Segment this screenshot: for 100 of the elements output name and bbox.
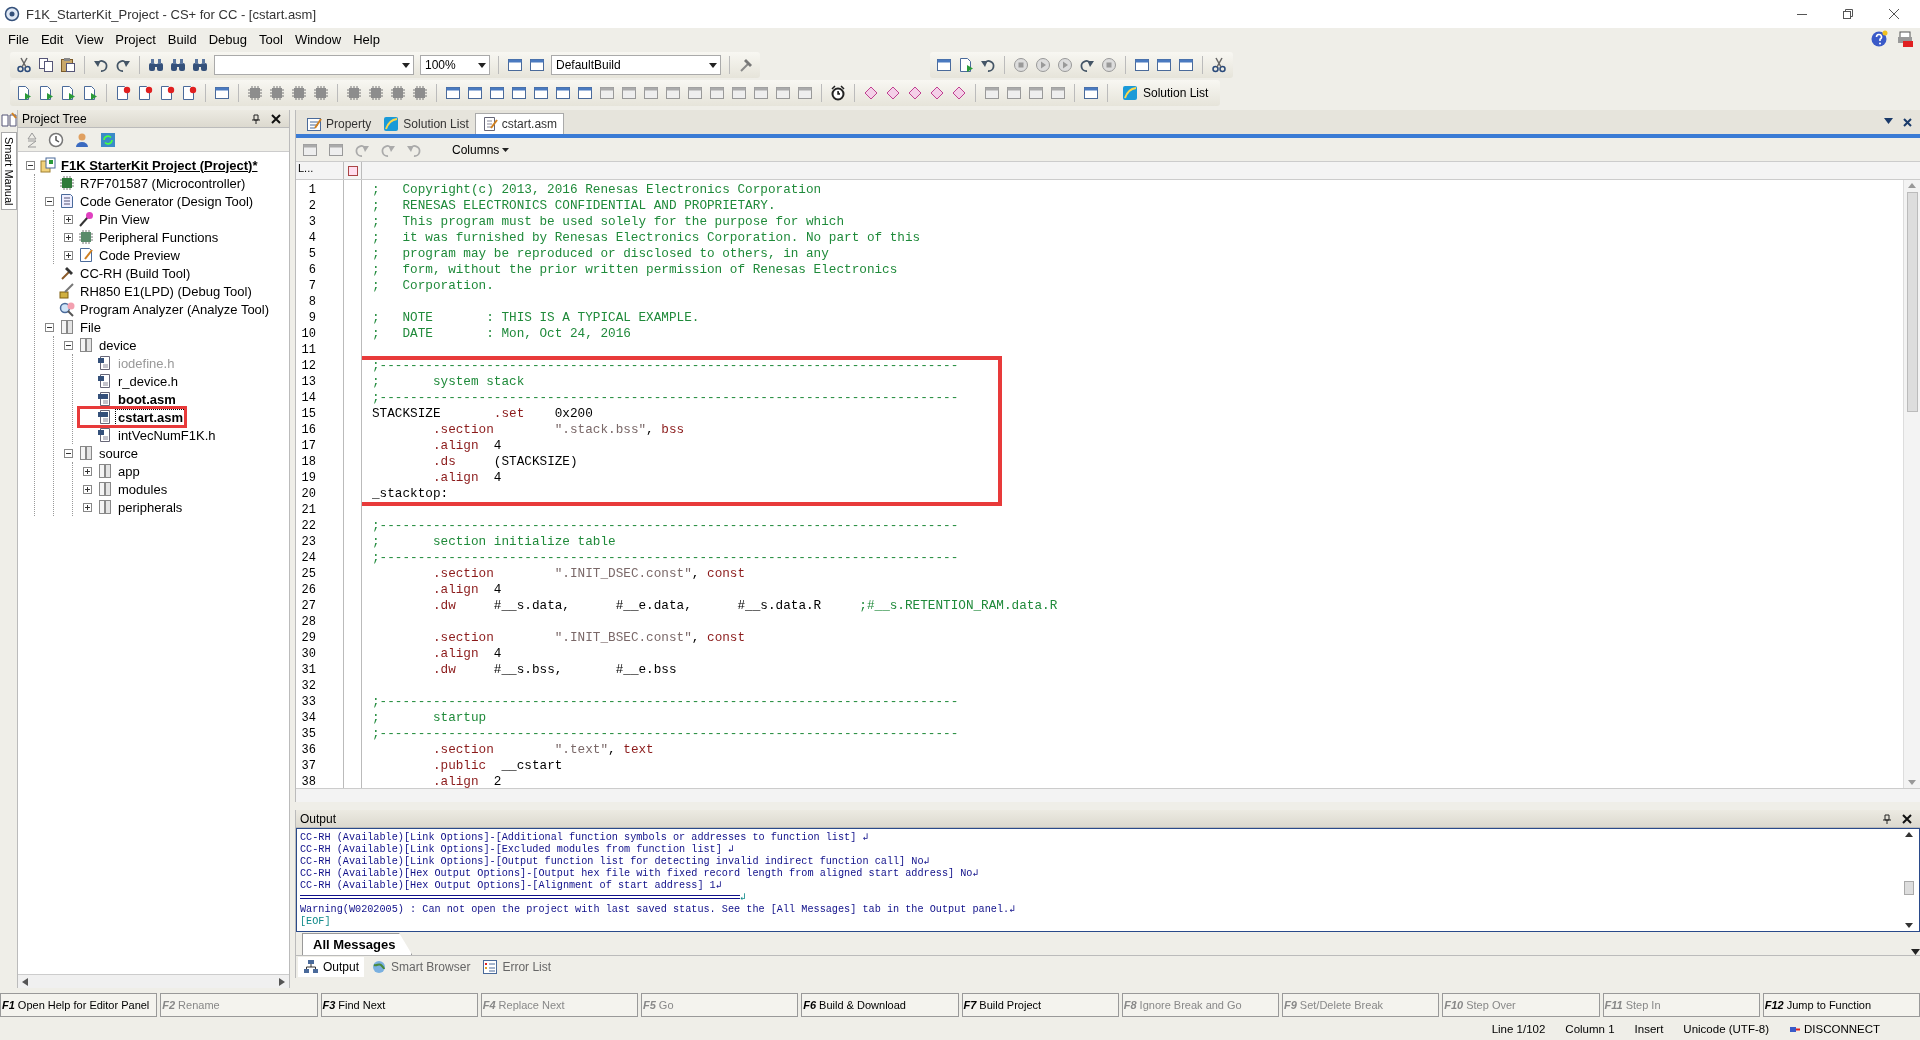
diamond-icon[interactable] <box>885 85 901 101</box>
window-icon[interactable] <box>533 85 549 101</box>
tree-item[interactable]: Pin View <box>97 211 152 227</box>
chip-icon[interactable] <box>412 85 428 101</box>
window-icon[interactable] <box>621 85 637 101</box>
tree-item[interactable]: Peripheral Functions <box>97 229 221 245</box>
restore-icon[interactable] <box>1840 6 1856 22</box>
close-icon[interactable] <box>1886 6 1902 22</box>
document-icon[interactable] <box>137 85 153 101</box>
tree-item[interactable]: peripherals <box>116 499 185 515</box>
pin-icon[interactable] <box>1882 813 1892 824</box>
scroll-left-icon[interactable] <box>22 977 28 986</box>
document-icon[interactable] <box>159 85 175 101</box>
window-icon[interactable] <box>1006 85 1022 101</box>
diamond-icon[interactable] <box>907 85 923 101</box>
window-icon[interactable] <box>984 85 1000 101</box>
tree-item[interactable]: modules <box>116 481 170 497</box>
menu-item[interactable]: Debug <box>202 29 253 49</box>
clock-icon[interactable] <box>48 131 64 148</box>
diamond-icon[interactable] <box>863 85 879 101</box>
diamond-icon[interactable] <box>929 85 945 101</box>
tree-item[interactable]: F1K StarterKit Project (Project)* <box>59 157 260 173</box>
diamond-icon[interactable] <box>951 85 967 101</box>
hammer-icon[interactable] <box>738 57 754 73</box>
window-icon[interactable] <box>731 85 747 101</box>
menu-item[interactable]: Window <box>288 29 348 49</box>
play-icon[interactable] <box>1057 57 1073 73</box>
window-icon[interactable] <box>467 85 483 101</box>
collapse-icon[interactable] <box>64 448 73 458</box>
dropdown-icon[interactable] <box>1884 117 1893 124</box>
collapse-icon[interactable] <box>45 196 54 206</box>
window-icon[interactable] <box>577 85 593 101</box>
window-icon[interactable] <box>665 85 681 101</box>
scroll-down-icon[interactable] <box>1905 923 1913 928</box>
chip-icon[interactable] <box>313 85 329 101</box>
solution-list-button[interactable]: Solution List <box>1116 83 1215 103</box>
document-icon[interactable] <box>38 85 54 101</box>
binoculars-icon[interactable] <box>148 57 164 73</box>
binoculars-icon[interactable] <box>192 57 208 73</box>
dropdown-icon[interactable] <box>1911 949 1920 955</box>
tree-item[interactable]: device <box>97 337 139 353</box>
person-icon[interactable] <box>74 131 90 148</box>
window-icon[interactable] <box>775 85 791 101</box>
tree-item[interactable]: cstart.asm <box>116 409 186 425</box>
build-mode-combo[interactable]: DefaultBuild <box>551 55 721 75</box>
window-icon[interactable] <box>1050 85 1066 101</box>
panel-tab[interactable]: Error List <box>477 957 557 977</box>
window-icon[interactable] <box>489 85 505 101</box>
tree-item[interactable]: File <box>78 319 103 335</box>
menu-item[interactable]: Edit <box>34 29 70 49</box>
undo-icon[interactable] <box>980 57 996 73</box>
tree-item[interactable]: intVecNumF1K.h <box>116 427 218 443</box>
function-key-button[interactable]: F12 Jump to Function <box>1762 993 1920 1017</box>
editor-tab[interactable]: Property <box>300 113 378 134</box>
chip-icon[interactable] <box>346 85 362 101</box>
menu-item[interactable]: Help <box>347 29 386 49</box>
tree-item[interactable]: app <box>116 463 142 479</box>
collapse-icon[interactable] <box>64 340 73 350</box>
document-icon[interactable] <box>16 85 32 101</box>
collapse-icon[interactable] <box>45 322 54 332</box>
expand-icon[interactable] <box>64 214 73 224</box>
close-icon[interactable] <box>1902 813 1912 824</box>
menu-item[interactable]: View <box>69 29 110 49</box>
window-icon[interactable] <box>709 85 725 101</box>
window-icon[interactable] <box>1134 57 1150 73</box>
side-tab[interactable]: Smart Manual <box>0 132 17 211</box>
scroll-thumb[interactable] <box>1904 881 1914 895</box>
tree-item[interactable]: r_device.h <box>116 373 180 389</box>
window-icon[interactable] <box>529 57 545 73</box>
window-icon[interactable] <box>1178 57 1194 73</box>
filter-tab[interactable]: All Messages <box>302 933 413 955</box>
chip-icon[interactable] <box>368 85 384 101</box>
scissors-icon[interactable] <box>16 57 32 73</box>
window-icon[interactable] <box>1083 85 1099 101</box>
expand-icon[interactable] <box>83 466 92 476</box>
tree-item[interactable]: Code Preview <box>97 247 182 263</box>
function-key-button[interactable]: F6 Build & Download <box>801 993 959 1017</box>
window-icon[interactable] <box>753 85 769 101</box>
document-icon[interactable] <box>60 85 76 101</box>
clipboard-icon[interactable] <box>60 57 76 73</box>
chip-icon[interactable] <box>390 85 406 101</box>
window-icon[interactable] <box>214 85 230 101</box>
window-icon[interactable] <box>445 85 461 101</box>
window-icon[interactable] <box>1028 85 1044 101</box>
printer-icon[interactable] <box>1896 30 1914 48</box>
redo-icon[interactable] <box>1079 57 1095 73</box>
chip-icon[interactable] <box>291 85 307 101</box>
tree-item[interactable]: RH850 E1(LPD) (Debug Tool) <box>78 283 254 299</box>
window-icon[interactable] <box>643 85 659 101</box>
menu-item[interactable]: Project <box>109 29 162 49</box>
tree-item[interactable]: boot.asm <box>116 391 178 407</box>
function-key-button[interactable]: F7 Build Project <box>961 993 1119 1017</box>
expand-icon[interactable] <box>83 502 92 512</box>
pin-icon[interactable] <box>251 113 261 124</box>
stop-icon[interactable] <box>1013 57 1029 73</box>
chip-icon[interactable] <box>247 85 263 101</box>
menu-item[interactable]: File <box>2 29 35 49</box>
editor-tab[interactable]: cstart.asm <box>474 113 565 134</box>
tree-item[interactable]: R7F701587 (Microcontroller) <box>78 175 248 191</box>
help-icon[interactable] <box>1870 30 1888 48</box>
